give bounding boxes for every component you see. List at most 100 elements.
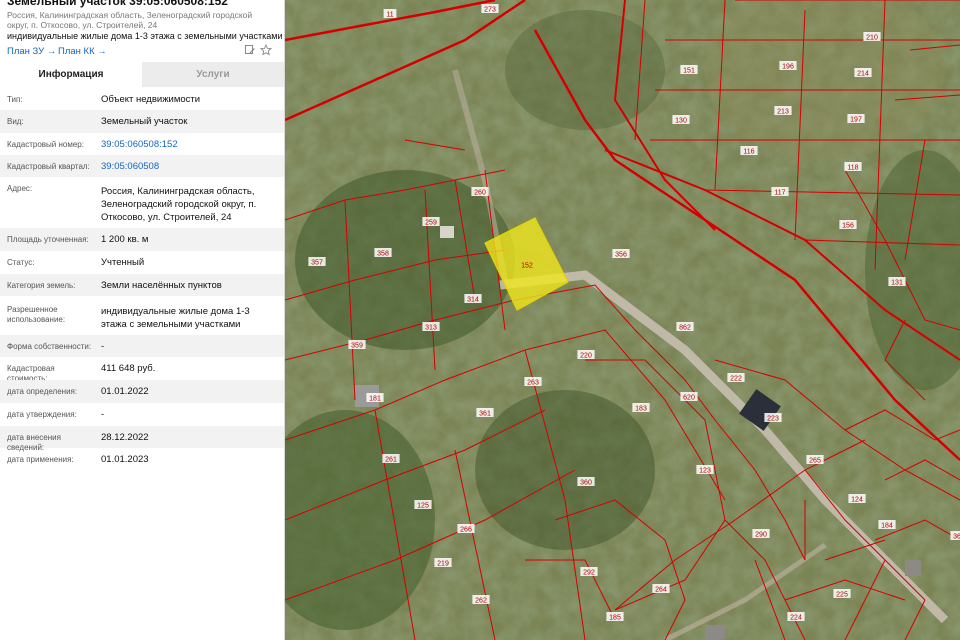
- plot-label[interactable]: 196: [782, 64, 794, 71]
- star-icon[interactable]: [259, 43, 273, 56]
- plot-label[interactable]: 225: [836, 592, 848, 599]
- row-value: 28.12.2022: [101, 432, 149, 443]
- plot-label[interactable]: 261: [385, 457, 397, 464]
- page-title: Земельный участок 39:05:060508:152: [7, 0, 228, 8]
- plot-label[interactable]: 290: [755, 532, 767, 539]
- row-label: Площадь уточненная:: [7, 235, 89, 244]
- plot-label[interactable]: 259: [425, 220, 437, 227]
- cadastral-number-link[interactable]: 39:05:060508:152: [101, 139, 276, 151]
- building: [705, 625, 725, 639]
- table-row: Адрес: Россия, Калининградская область, …: [0, 177, 284, 228]
- table-row: дата внесения сведений: 28.12.2022: [0, 426, 284, 452]
- plot-label[interactable]: 124: [851, 497, 863, 504]
- plan-zu-link[interactable]: План ЗУ →: [7, 46, 56, 57]
- table-row: Разрешенное использование: индивидуальны…: [0, 296, 284, 335]
- plot-label[interactable]: 266: [460, 527, 472, 534]
- forest-patch: [295, 170, 515, 350]
- plot-label[interactable]: 131: [891, 280, 903, 287]
- plot-label[interactable]: 11: [386, 12, 393, 19]
- row-label: Форма собственности:: [7, 342, 92, 351]
- tab-info[interactable]: Информация: [0, 62, 142, 87]
- row-value: 01.01.2023: [101, 454, 149, 465]
- row-value: Объект недвижимости: [101, 94, 201, 105]
- row-label: Тип:: [7, 95, 23, 104]
- plot-label[interactable]: 118: [847, 165, 858, 172]
- plot-label[interactable]: 224: [790, 615, 802, 622]
- table-row: Кадастровая стоимость: 411 648 руб.: [0, 357, 284, 383]
- row-value: -: [101, 409, 105, 420]
- row-value: Россия, Калининградская область, Зеленог…: [101, 186, 257, 223]
- plot-label[interactable]: 313: [425, 325, 437, 332]
- cadastral-map[interactable]: 11 273 152 210 151 196 214 130 213 197 116 118 117 15…: [285, 0, 960, 640]
- plot-label[interactable]: 356: [615, 252, 627, 259]
- table-row: Площадь уточненная: 1 200 кв. м: [0, 228, 284, 251]
- plot-label[interactable]: 123: [699, 468, 711, 475]
- plot-label[interactable]: 357: [311, 260, 323, 267]
- plot-label[interactable]: 362: [953, 534, 960, 541]
- tab-services[interactable]: Услуги: [142, 62, 284, 87]
- table-row: Тип: Объект недвижимости: [0, 88, 284, 110]
- forest-patch: [475, 390, 655, 550]
- plot-label[interactable]: 130: [675, 118, 687, 125]
- row-value: 01.01.2022: [101, 386, 149, 397]
- forest-patch: [505, 10, 665, 130]
- plot-label[interactable]: 197: [850, 117, 862, 124]
- building: [905, 560, 921, 576]
- row-value: Земельный участок: [101, 116, 188, 127]
- row-label: Разрешенное использование:: [7, 305, 66, 324]
- plot-label[interactable]: 210: [866, 35, 878, 42]
- plot-label[interactable]: 262: [475, 598, 487, 605]
- table-row: Категория земель: Земли населённых пункт…: [0, 274, 284, 296]
- table-row: дата определения: 01.01.2022: [0, 380, 284, 403]
- plot-label[interactable]: 260: [474, 190, 486, 197]
- cadastral-quarter-link[interactable]: 39:05:060508: [101, 161, 276, 173]
- plot-label[interactable]: 117: [774, 190, 785, 197]
- plot-label[interactable]: 265: [809, 458, 821, 465]
- plot-label[interactable]: 263: [527, 380, 539, 387]
- building: [440, 226, 454, 238]
- plot-label[interactable]: 151: [683, 68, 695, 75]
- row-value: индивидуальные жилые дома 1-3 этажа с зе…: [101, 306, 250, 330]
- plot-label[interactable]: 183: [635, 406, 647, 413]
- row-label: дата утверждения:: [7, 410, 77, 419]
- plot-label[interactable]: 156: [842, 223, 854, 230]
- plot-label[interactable]: 213: [777, 109, 789, 116]
- row-label: Кадастровый номер:: [7, 140, 84, 149]
- plot-label[interactable]: 219: [437, 561, 449, 568]
- row-label: Категория земель:: [7, 281, 76, 290]
- property-table: Тип: Объект недвижимости Вид: Земельный …: [0, 88, 284, 471]
- map-canvas[interactable]: 11 273 152 210 151 196 214 130 213 197 116 118 117 15…: [285, 0, 960, 640]
- row-label: Кадастровый квартал:: [7, 162, 90, 171]
- plot-label[interactable]: 185: [609, 615, 621, 622]
- plot-label[interactable]: 222: [730, 376, 742, 383]
- header-permitted-use: индивидуальные жилые дома 1-3 этажа с зе…: [7, 31, 283, 41]
- plot-label[interactable]: 264: [655, 587, 667, 594]
- row-value: Земли населённых пунктов: [101, 280, 222, 291]
- plot-label[interactable]: 273: [484, 7, 496, 14]
- plot-label[interactable]: 360: [580, 480, 592, 487]
- plot-label[interactable]: 292: [583, 570, 595, 577]
- row-label: дата применения:: [7, 455, 74, 464]
- plot-label[interactable]: 223: [767, 416, 779, 423]
- plot-label[interactable]: 125: [417, 503, 429, 510]
- tab-bar: Информация Услуги: [0, 62, 284, 87]
- plot-label[interactable]: 220: [580, 353, 592, 360]
- row-value: 1 200 кв. м: [101, 234, 149, 245]
- plot-label[interactable]: 862: [679, 325, 691, 332]
- table-row: Кадастровый квартал: 39:05:060508: [0, 155, 284, 177]
- edit-note-icon[interactable]: [244, 44, 256, 56]
- plot-label[interactable]: 359: [351, 343, 363, 350]
- plot-label[interactable]: 361: [479, 411, 491, 418]
- plot-label[interactable]: 620: [683, 395, 695, 402]
- table-row: Статус: Учтенный: [0, 251, 284, 274]
- plot-label[interactable]: 214: [857, 71, 869, 78]
- plot-label[interactable]: 314: [467, 297, 479, 304]
- plot-label[interactable]: 116: [743, 149, 754, 156]
- plot-label[interactable]: 358: [377, 251, 389, 258]
- plot-label[interactable]: 181: [369, 396, 381, 403]
- table-row: дата применения: 01.01.2023: [0, 448, 284, 471]
- plan-kk-link[interactable]: План КК →: [58, 46, 107, 57]
- plot-label[interactable]: 184: [881, 523, 893, 530]
- row-value: -: [101, 341, 105, 352]
- plot-label[interactable]: 152: [521, 263, 533, 270]
